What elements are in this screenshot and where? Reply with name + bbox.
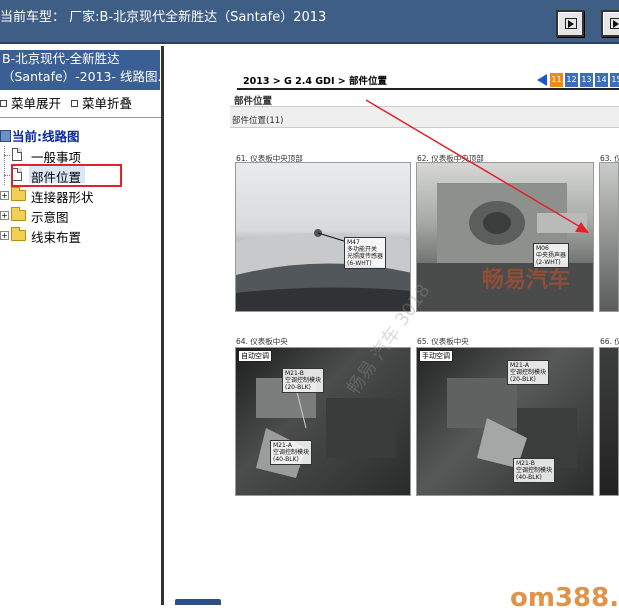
selection-annotation-box [11,164,122,187]
window-title: 当前车型： 厂家:B-北京现代全新胜达（Santafe）2013 [0,10,327,25]
tree-root[interactable]: 当前:线路图 [0,126,80,144]
tree-item-label: 线束布置 [31,230,82,245]
tree-connector [4,175,10,176]
watermark-bottom: om388.c [510,583,619,613]
sidebar-header: B-北京现代-全新胜达 （Santafe）-2013- 线路图. [0,50,160,90]
document-icon [12,148,22,161]
expand-plus-icon[interactable]: + [0,211,9,220]
sidebar: B-北京现代-全新胜达 （Santafe）-2013- 线路图. 菜单展开 菜单折… [0,46,164,605]
expand-plus-icon[interactable]: + [0,231,9,240]
tree-item-label: 示意图 [31,210,69,225]
document-viewer[interactable]: 2013 > G 2.4 GDI > 部件位置 11 12 13 14 15 部… [167,46,619,605]
sidebar-header-line1: B-北京现代-全新胜达 [2,51,120,66]
square-bullet-icon [71,100,79,107]
previous-page-button[interactable] [556,10,584,37]
bottom-tab[interactable] [175,599,221,605]
folder-icon [11,187,26,201]
arrow-right-icon [613,20,619,28]
menu-expand-button[interactable]: 菜单展开 [11,96,61,111]
next-page-button[interactable] [601,10,619,37]
title-bar: 当前车型： 厂家:B-北京现代全新胜达（Santafe）2013 [0,0,619,44]
sidebar-header-line2: （Santafe）-2013- 线路图. [2,69,160,84]
wiring-diagram-icon [0,130,11,142]
arrow-right-icon [568,20,574,28]
folder-icon [11,227,26,241]
tree-connector [4,155,10,156]
expand-plus-icon[interactable]: + [0,191,9,200]
folder-icon [11,207,26,221]
menu-collapse-button[interactable]: 菜单折叠 [82,96,132,111]
tree-item-label: 连接器形状 [31,190,94,205]
sidebar-divider [0,117,161,118]
annotation-arrow [365,99,589,233]
menu-controls: 菜单展开 菜单折叠 [0,93,132,112]
tree-root-label: 当前:线路图 [12,129,80,144]
square-bullet-icon [0,100,7,107]
